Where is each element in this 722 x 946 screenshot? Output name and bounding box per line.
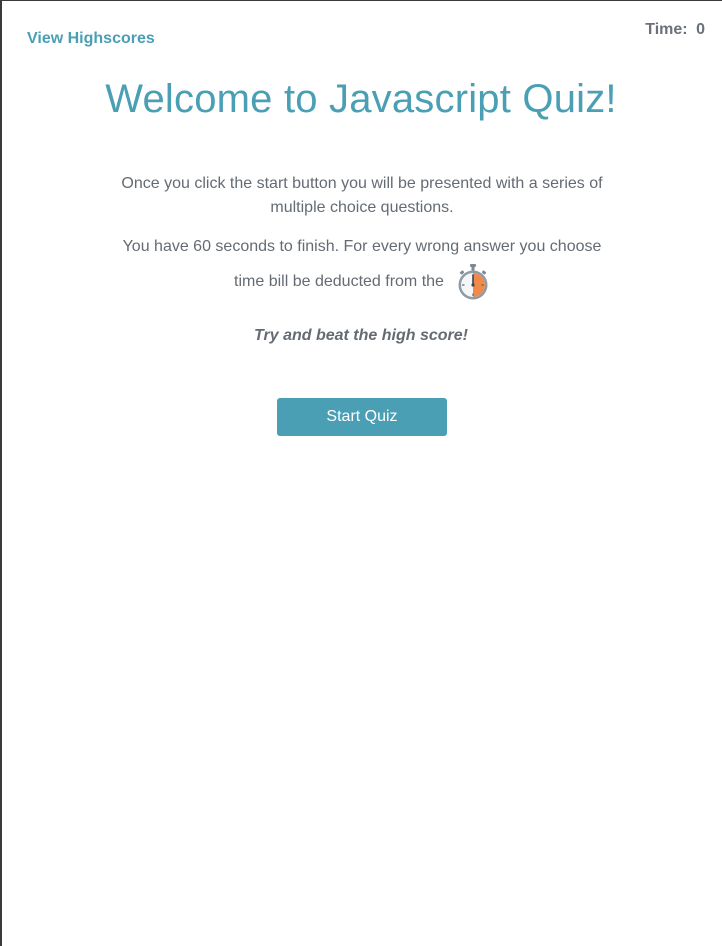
intro-paragraph-2-line-2-wrap: time bill be deducted from the (234, 263, 490, 301)
window-top-border (0, 0, 722, 1)
stopwatch-icon (456, 263, 490, 301)
timer-value: 0 (696, 21, 705, 38)
window-left-border (0, 0, 2, 946)
start-quiz-button[interactable]: Start Quiz (277, 398, 447, 436)
intro-paragraph-2-line-1: You have 60 seconds to finish. For every… (122, 238, 602, 255)
intro-text: Once you click the start button you will… (110, 172, 614, 301)
timer-label: Time: (645, 21, 688, 38)
view-highscores-link[interactable]: View Highscores (27, 30, 155, 48)
intro-paragraph-1: Once you click the start button you will… (121, 175, 603, 216)
tagline: Try and beat the high score! (254, 327, 468, 344)
intro-paragraph-2-line-2: time bill be deducted from the (234, 273, 444, 290)
page-title: Welcome to Javascript Quiz! (105, 77, 617, 121)
timer: Time: 0 (645, 21, 705, 39)
intro-paragraph-2: You have 60 seconds to finish. For every… (110, 235, 614, 301)
